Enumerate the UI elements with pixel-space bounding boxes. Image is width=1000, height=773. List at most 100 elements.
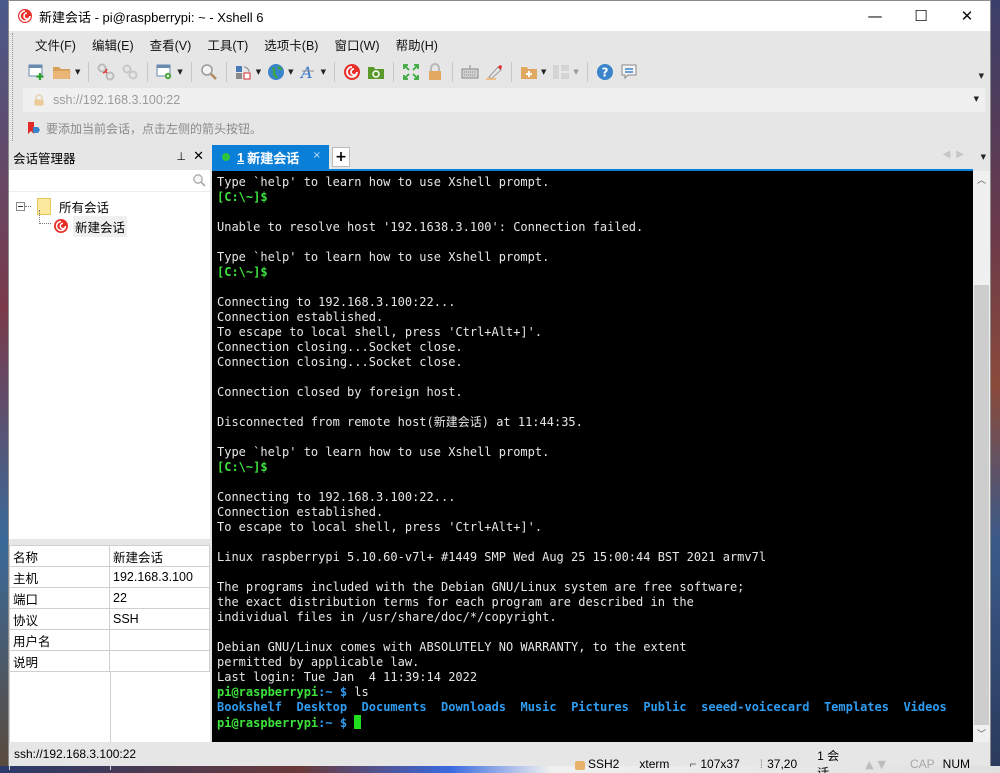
lock-icon: [34, 94, 44, 106]
fullscreen-icon: [403, 64, 419, 80]
close-button[interactable]: ✕: [944, 1, 990, 31]
menu-file[interactable]: 文件(F): [27, 35, 84, 54]
lock-button[interactable]: [423, 61, 447, 83]
property-row: 端口 22: [9, 587, 210, 609]
tree-connector: [39, 210, 51, 224]
tree-item-session[interactable]: 新建会话: [9, 210, 210, 237]
address-dropdown-icon[interactable]: ▼: [974, 95, 979, 103]
transfer-button[interactable]: ▼: [232, 61, 264, 83]
directory-entry: Desktop: [296, 700, 348, 714]
status-connection-url: ssh://192.168.3.100:22: [14, 747, 137, 761]
new-tab-button[interactable]: +: [332, 147, 350, 167]
terminal-line: Connecting to 192.168.3.100:22...: [217, 295, 456, 309]
menu-tabs[interactable]: 选项卡(B): [256, 35, 326, 54]
xftp-button[interactable]: [364, 61, 388, 83]
xshell-button[interactable]: [340, 61, 364, 83]
tab-number: 1: [237, 149, 245, 165]
search-icon[interactable]: [192, 173, 206, 187]
collapse-icon[interactable]: [16, 201, 25, 211]
status-bar: ssh://192.168.3.100:22 SSH2 xterm ⌐ 107x3…: [9, 742, 990, 773]
scroll-up-icon[interactable]: ︿: [973, 171, 990, 188]
address-input[interactable]: ssh://192.168.3.100:22: [53, 93, 180, 107]
property-value: [109, 629, 210, 651]
session-nav-arrows-icon[interactable]: ▲▼: [865, 758, 890, 771]
disconnect-icon: [97, 63, 115, 81]
terminal-line: The programs included with the Debian GN…: [217, 580, 745, 594]
terminal-scrollbar[interactable]: ︿ ﹀: [973, 171, 990, 742]
terminal-line: the exact distribution terms for each pr…: [217, 595, 694, 609]
terminal-line: permitted by applicable law.: [217, 655, 420, 669]
help-button[interactable]: ?: [593, 61, 617, 83]
find-button[interactable]: [197, 61, 221, 83]
maximize-button[interactable]: ☐: [898, 1, 944, 31]
new-session-icon: [28, 64, 44, 80]
status-cursor-position: 37,20: [767, 757, 798, 771]
property-value: SSH: [109, 608, 210, 630]
terminal-line: [C:\~]$: [217, 460, 268, 474]
ls-output-line: Bookshelf Desktop Documents Downloads Mu…: [217, 700, 973, 715]
terminal-line: Connection established.: [217, 310, 384, 324]
layout-button[interactable]: ▼: [549, 61, 581, 83]
menu-edit[interactable]: 编辑(E): [84, 35, 142, 54]
lock-icon: [428, 63, 441, 80]
tab-session-1[interactable]: 1 新建会话 ×: [212, 145, 329, 169]
terminal-line: Connection closed by foreign host.: [217, 385, 463, 399]
transfer-icon: [235, 66, 251, 80]
tab-close-icon[interactable]: ×: [313, 150, 321, 161]
find-icon: [201, 64, 217, 80]
property-key: 协议: [9, 608, 110, 630]
terminal-cursor: [354, 715, 362, 729]
terminal-line: Type `help' to learn how to use Xshell p…: [217, 250, 550, 264]
xshell-window: 新建会话 - pi@raspberrypi: ~ - Xshell 6 — ☐ …: [8, 0, 992, 773]
font-button[interactable]: A ▼: [297, 61, 329, 83]
menu-help[interactable]: 帮助(H): [388, 35, 446, 54]
scroll-down-icon[interactable]: ﹀: [973, 725, 990, 742]
session-properties-icon: [156, 64, 172, 80]
keyboard-button[interactable]: [458, 61, 482, 83]
menu-tools[interactable]: 工具(T): [199, 35, 256, 54]
highlight-button[interactable]: [482, 61, 506, 83]
svg-text:?: ?: [601, 66, 608, 80]
new-folder-icon: [520, 67, 537, 79]
directory-entry: Public: [643, 700, 687, 714]
session-properties-button[interactable]: ▼: [153, 61, 185, 83]
reconnect-icon: [122, 64, 138, 80]
connected-status-icon: [222, 153, 230, 161]
scrollbar-thumb[interactable]: [974, 285, 989, 725]
globe-button[interactable]: ▼: [264, 61, 296, 83]
directory-entry: Videos: [903, 700, 947, 714]
tab-bar: 1 新建会话 × + ◀▶ ▼: [212, 144, 992, 170]
terminal-prompt-line: pi@raspberrypi:~ $: [217, 715, 973, 730]
new-session-button[interactable]: [25, 61, 49, 83]
minimize-button[interactable]: —: [852, 1, 898, 31]
pin-icon[interactable]: ⊥: [176, 150, 186, 163]
chat-button[interactable]: [617, 61, 641, 83]
terminal-output[interactable]: Type `help' to learn how to use Xshell p…: [212, 171, 973, 742]
terminal-line: Type `help' to learn how to use Xshell p…: [217, 175, 550, 189]
address-bar[interactable]: ssh://192.168.3.100:22 ▼: [23, 88, 985, 112]
fullscreen-button[interactable]: [399, 61, 423, 83]
toolbar: ▼ ▼ ▼ ▼ A ▼ ▼ ▼ ? ▼: [9, 58, 990, 86]
reconnect-button[interactable]: [118, 61, 142, 83]
layout-icon: [553, 65, 570, 79]
property-key: 用户名: [9, 629, 110, 651]
close-panel-icon[interactable]: ✕: [193, 149, 204, 164]
open-button[interactable]: ▼: [49, 61, 83, 83]
tab-scroll-arrows-icon[interactable]: ◀▶: [943, 149, 970, 160]
session-search-input[interactable]: [9, 170, 210, 191]
close-icon: ✕: [960, 7, 974, 25]
toolbar-separator: [147, 62, 149, 82]
new-folder-button[interactable]: ▼: [517, 61, 549, 83]
tab-list-dropdown-icon[interactable]: ▼: [981, 153, 986, 161]
add-session-arrow-icon[interactable]: [27, 121, 41, 135]
toolbar-overflow-icon[interactable]: ▼: [979, 72, 984, 80]
property-row: 主机 192.168.3.100: [9, 566, 210, 588]
menu-window[interactable]: 窗口(W): [326, 35, 387, 54]
title-bar[interactable]: 新建会话 - pi@raspberrypi: ~ - Xshell 6 — ☐ …: [9, 1, 990, 31]
prompt-path: :~ $: [318, 716, 355, 730]
status-term-type: xterm: [639, 757, 670, 771]
menu-view[interactable]: 查看(V): [142, 35, 200, 54]
directory-entry: seeed-voicecard: [701, 700, 810, 714]
disconnect-button[interactable]: [94, 61, 118, 83]
